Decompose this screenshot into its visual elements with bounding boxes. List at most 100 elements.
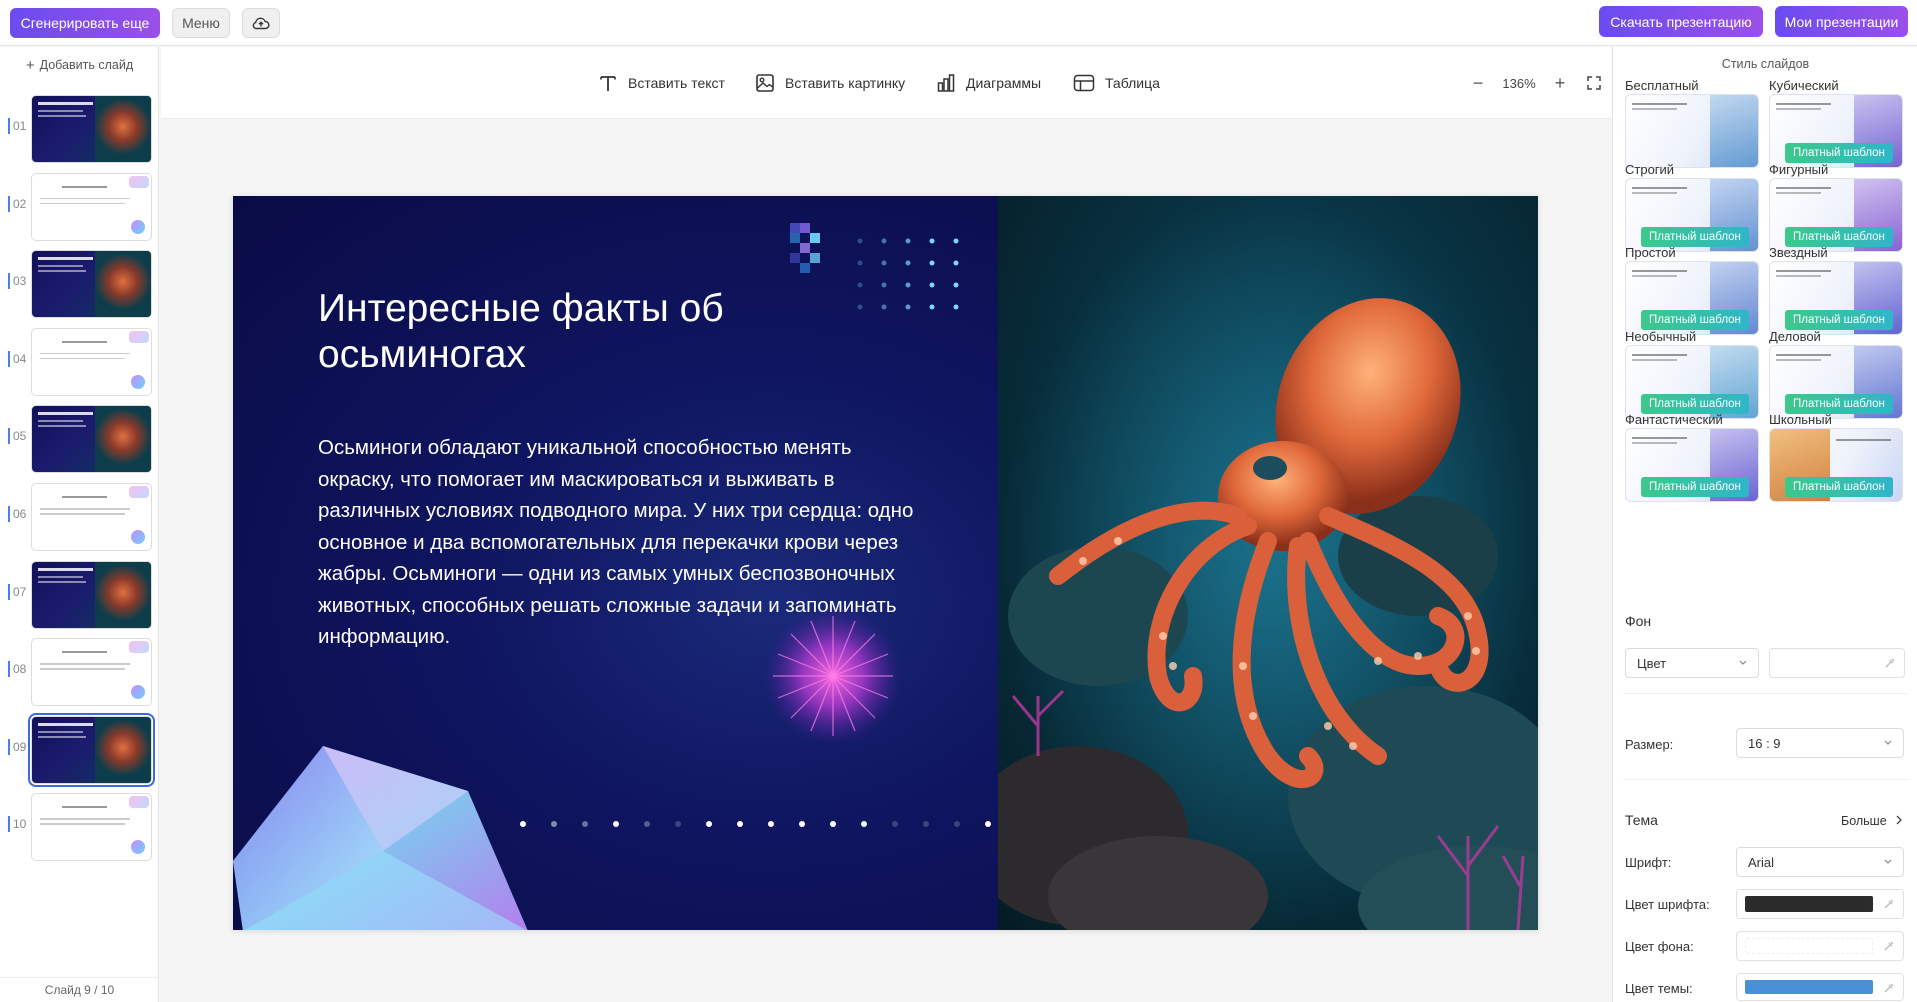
style-template-card[interactable]: Платный шаблон — [1769, 94, 1903, 168]
paid-template-badge: Платный шаблон — [1785, 477, 1893, 497]
slide-number: 09 — [8, 738, 26, 755]
slide-number: 05 — [8, 428, 26, 445]
editor-toolbar: Вставить текст Вставить картинку Диаграм… — [161, 47, 1611, 119]
slide-thumbnail-row[interactable]: 06 — [0, 480, 159, 552]
charts-tool[interactable]: Диаграммы — [936, 71, 1041, 95]
theme-color-picker[interactable] — [1736, 973, 1904, 1001]
bg-color-label: Цвет фона: — [1625, 939, 1694, 954]
zoom-out-button[interactable]: − — [1469, 73, 1487, 94]
app-root: Сгенерировать еще Меню Скачать презентац… — [0, 0, 1917, 1002]
style-name: Бесплатный — [1625, 78, 1699, 93]
style-template-card[interactable]: Платный шаблон — [1625, 428, 1759, 502]
table-tool[interactable]: Таблица — [1073, 71, 1160, 95]
insert-image-tool[interactable]: Вставить картинку — [755, 71, 905, 95]
fullscreen-icon[interactable] — [1587, 76, 1601, 90]
style-template-card[interactable]: Платный шаблон — [1769, 177, 1903, 252]
table-icon — [1073, 74, 1095, 92]
slide-thumbnail-row[interactable]: 04 — [0, 325, 159, 397]
background-color-picker[interactable] — [1769, 648, 1905, 678]
slide-styles-title: Стиль слайдов — [1721, 57, 1810, 71]
eyedropper-icon — [1884, 983, 1894, 993]
font-color-picker[interactable] — [1736, 889, 1904, 919]
slide-number: 08 — [8, 661, 26, 678]
generate-more-button[interactable]: Сгенерировать еще — [10, 8, 160, 38]
text-icon — [600, 76, 616, 91]
style-template-card[interactable]: Платный шаблон — [1769, 344, 1903, 419]
background-type-select[interactable]: Цвет — [1625, 648, 1759, 678]
slide-thumbnail[interactable] — [31, 95, 152, 163]
slide-number: 01 — [8, 118, 26, 134]
size-label: Размер: — [1625, 737, 1674, 752]
paid-template-badge: Платный шаблон — [1641, 226, 1749, 247]
chevron-down-icon — [1884, 740, 1892, 745]
font-color-swatch — [1745, 896, 1873, 912]
zoom-level: 136% — [1502, 75, 1536, 91]
slide-thumbnail[interactable] — [31, 638, 152, 707]
theme-more-link[interactable]: Больше — [1841, 814, 1903, 828]
font-select[interactable]: Arial — [1736, 847, 1904, 877]
style-name: Необычный — [1625, 328, 1697, 344]
style-template-card[interactable]: Платный шаблон — [1625, 261, 1759, 335]
paid-template-badge: Платный шаблон — [1641, 477, 1749, 497]
divider — [1623, 779, 1908, 780]
chevron-down-icon — [1739, 660, 1747, 665]
style-name: Кубический — [1769, 78, 1839, 93]
style-name: Фантастический — [1625, 412, 1723, 427]
slide-canvas[interactable]: Интересные факты об осьминогах Осьминоги… — [233, 196, 1538, 930]
style-template-card[interactable]: Платный шаблон — [1769, 261, 1903, 335]
slide-thumbnail[interactable] — [31, 327, 152, 396]
eyedropper-icon — [1884, 899, 1894, 909]
slide-thumbnail[interactable] — [31, 560, 152, 629]
table-label: Таблица — [1105, 75, 1160, 91]
slide-thumbnail-row[interactable]: 10 — [0, 790, 159, 862]
dotted-line-decoration — [520, 821, 1053, 827]
add-slide-button[interactable]: + Добавить слайд — [0, 47, 159, 83]
slide-thumbnail[interactable] — [31, 793, 152, 862]
slide-image-octopus[interactable] — [998, 196, 1538, 930]
slide-title[interactable]: Интересные факты об осьминогах — [318, 286, 938, 378]
image-icon — [756, 74, 774, 92]
slide-thumbnail-row[interactable]: 02 — [0, 170, 159, 242]
font-label: Шрифт: — [1625, 855, 1672, 870]
slide-thumbnail-row[interactable]: 01 — [0, 92, 159, 164]
divider — [1623, 693, 1908, 694]
paid-template-badge: Платный шаблон — [1785, 393, 1893, 414]
paid-template-badge: Платный шаблон — [1785, 310, 1893, 330]
download-presentation-button[interactable]: Скачать презентацию — [1599, 6, 1763, 37]
insert-text-tool[interactable]: Вставить текст — [598, 71, 725, 95]
my-presentations-button[interactable]: Мои презентации — [1775, 6, 1908, 37]
slide-thumbnail-row[interactable]: 07 — [0, 558, 159, 630]
style-template-card[interactable]: Платный шаблон — [1769, 428, 1903, 502]
eyedropper-icon — [1884, 941, 1894, 951]
slide-thumbnail[interactable] — [31, 172, 152, 241]
slides-sidebar: + Добавить слайд 01 02 03 04 05 06 07 08 09 10 Сл… — [0, 47, 159, 1002]
cloud-save-button[interactable] — [242, 8, 280, 38]
font-value: Arial — [1748, 854, 1775, 870]
slide-thumbnail[interactable] — [31, 250, 152, 319]
style-template-card[interactable]: Платный шаблон — [1625, 177, 1759, 252]
slide-size-select[interactable]: 16 : 9 — [1736, 728, 1904, 758]
top-bar: Сгенерировать еще Меню Скачать презентац… — [0, 0, 1917, 46]
font-color-label: Цвет шрифта: — [1625, 897, 1710, 912]
slide-thumbnail-row[interactable]: 08 — [0, 635, 159, 707]
menu-button[interactable]: Меню — [172, 8, 230, 38]
charts-label: Диаграммы — [966, 75, 1042, 91]
slide-thumbnail-row[interactable]: 03 — [0, 247, 159, 319]
chevron-right-icon — [1896, 815, 1902, 825]
style-template-card[interactable]: Платный шаблон — [1625, 344, 1759, 419]
style-template-card[interactable] — [1625, 94, 1759, 168]
slide-thumbnail-row[interactable]: 05 — [0, 402, 159, 474]
slide-thumbnail[interactable] — [31, 483, 152, 551]
eyedropper-icon — [1885, 658, 1895, 668]
style-name: Деловой — [1769, 328, 1821, 344]
bg-color-picker[interactable] — [1736, 931, 1904, 961]
background-type-value: Цвет — [1637, 655, 1667, 671]
zoom-in-button[interactable]: + — [1551, 73, 1569, 94]
slide-thumbnail[interactable] — [28, 712, 155, 787]
slide-thumbnail[interactable] — [31, 405, 152, 474]
starburst-decoration — [763, 606, 903, 746]
slide-thumbnail-row[interactable]: 09 — [0, 712, 159, 787]
bar-chart-icon — [937, 74, 955, 92]
paid-template-badge: Платный шаблон — [1785, 226, 1893, 247]
background-label: Фон — [1625, 613, 1652, 629]
